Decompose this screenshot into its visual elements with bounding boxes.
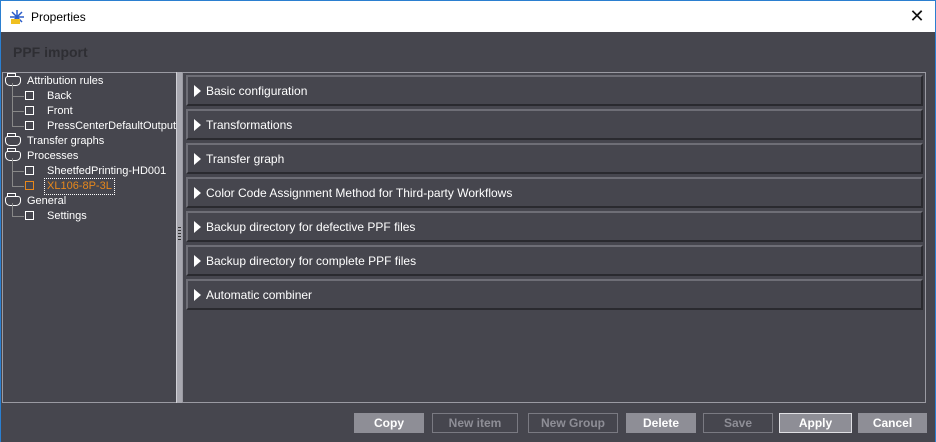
tree-item-label: SheetfedPrinting-HD001 (47, 165, 167, 177)
section-header[interactable]: Transformations (186, 109, 923, 140)
tree-item-label: PressCenterDefaultOutput (47, 120, 177, 132)
expand-arrow-icon (194, 186, 201, 199)
page-header: PPF import (1, 32, 935, 72)
tree-item-label: Back (47, 90, 72, 102)
cancel-button[interactable]: Cancel (858, 413, 927, 433)
delete-button[interactable]: Delete (626, 413, 696, 433)
section-header[interactable]: Backup directory for complete PPF files (186, 245, 923, 276)
tree-group-label: General (27, 195, 67, 207)
section-header[interactable]: Transfer graph (186, 143, 923, 174)
title-bar: Properties ✕ (1, 1, 935, 32)
new-item-button[interactable]: New item (432, 413, 518, 433)
close-icon[interactable]: ✕ (907, 6, 927, 26)
expand-arrow-icon (194, 220, 201, 233)
expand-arrow-icon (194, 84, 201, 97)
expand-arrow-icon (194, 288, 201, 301)
grip-icon (178, 227, 181, 241)
checkbox-icon[interactable] (25, 106, 34, 115)
checkbox-icon[interactable] (25, 211, 34, 220)
window-title: Properties (31, 9, 86, 24)
button-bar: Copy New item New Group Delete Save Apply Canc… (1, 403, 935, 442)
page-title: PPF import (13, 44, 88, 60)
tree-item-label: Front (47, 105, 73, 117)
section-title: Basic configuration (206, 83, 308, 98)
section-title: Transfer graph (206, 151, 285, 166)
tree-item[interactable]: Settings (3, 203, 175, 224)
tree-connector (12, 170, 24, 187)
checkbox-icon[interactable] (25, 91, 34, 100)
apply-button[interactable]: Apply (779, 413, 852, 433)
section-header[interactable]: Basic configuration (186, 75, 923, 106)
tree-group[interactable]: Transfer graphs (3, 133, 175, 149)
tree-item-label: XL106-8P-3L (44, 178, 115, 195)
new-group-button[interactable]: New Group (528, 413, 618, 433)
section-header[interactable]: Automatic combiner (186, 279, 923, 310)
tree-group[interactable]: Processes (3, 148, 175, 164)
section-title: Automatic combiner (206, 287, 313, 302)
section-header[interactable]: Backup directory for defective PPF files (186, 211, 923, 242)
tree-item[interactable]: XL106-8P-3L (3, 170, 175, 195)
section-title: Backup directory for complete PPF files (206, 253, 417, 268)
tree-connector (12, 203, 24, 217)
checkbox-icon[interactable] (25, 166, 34, 175)
tree-group-label: Processes (27, 150, 79, 162)
section-title: Color Code Assignment Method for Third-p… (206, 185, 513, 200)
checkbox-icon[interactable] (25, 121, 34, 130)
section-title: Backup directory for defective PPF files (206, 219, 416, 234)
tree-group[interactable]: General (3, 193, 175, 209)
folder-icon (5, 133, 21, 146)
tree-item[interactable]: SheetfedPrinting-HD001 (3, 158, 175, 179)
tree-group-label: Attribution rules (27, 75, 104, 87)
expand-arrow-icon (194, 152, 201, 165)
tree-item-label: Settings (47, 210, 87, 222)
section-title: Transformations (206, 117, 293, 132)
tree-item[interactable]: Front (3, 95, 175, 119)
app-icon (9, 9, 25, 25)
sections-panel: Basic configuration Transformations Transf… (182, 72, 926, 403)
tree-group[interactable]: Attribution rules (3, 73, 175, 89)
tree-item[interactable]: PressCenterDefaultOutput (3, 110, 177, 134)
checkbox-icon[interactable] (25, 181, 34, 190)
save-button[interactable]: Save (703, 413, 773, 433)
copy-button[interactable]: Copy (354, 413, 424, 433)
tree-item[interactable]: Back (3, 83, 175, 104)
expand-arrow-icon (194, 254, 201, 267)
tree-panel: Attribution rules Back Front PressCenterDef… (2, 72, 176, 403)
tree-group-label: Transfer graphs (27, 135, 105, 147)
expand-arrow-icon (194, 118, 201, 131)
section-header[interactable]: Color Code Assignment Method for Third-p… (186, 177, 923, 208)
tree-connector (12, 110, 24, 127)
